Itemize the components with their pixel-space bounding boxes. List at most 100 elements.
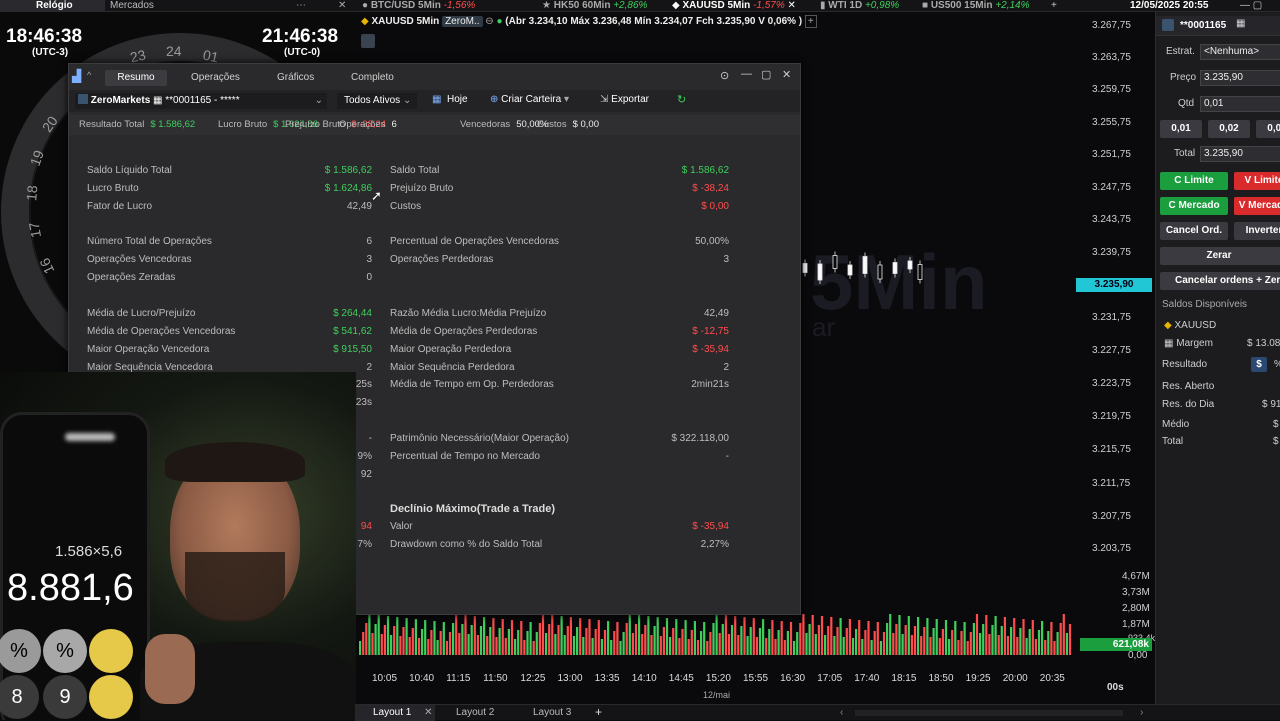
- clock-left-time: 18:46:38: [6, 26, 83, 47]
- refresh-icon[interactable]: ↻: [677, 93, 686, 106]
- time-label: 17:40: [854, 673, 880, 684]
- asset-filter-select[interactable]: Todos Ativos ⌄: [337, 93, 417, 109]
- stat-label: Percentual de Tempo no Mercado: [390, 451, 540, 462]
- total-result-label: Total: [1162, 436, 1184, 447]
- lot-button-1[interactable]: 0,01: [1160, 120, 1202, 138]
- tab-menu-icon[interactable]: ⋯: [296, 0, 306, 11]
- volume-bar: [954, 621, 957, 655]
- candle: [847, 264, 853, 276]
- volume-bar: [824, 635, 827, 655]
- volume-bar: [597, 620, 600, 655]
- volume-bar: [405, 618, 408, 655]
- sell-market-button[interactable]: V Mercado: [1234, 197, 1280, 215]
- volume-bar: [796, 632, 799, 655]
- tab-clock[interactable]: Relógio: [0, 0, 105, 11]
- result-currency-toggle[interactable]: $: [1251, 357, 1267, 372]
- close-icon[interactable]: ✕: [782, 68, 791, 81]
- volume-bar: [557, 625, 560, 655]
- create-portfolio-button[interactable]: ⊕ Criar Carteira ▾: [490, 94, 569, 105]
- buy-limit-button[interactable]: C Limite: [1160, 172, 1228, 190]
- tab-completo[interactable]: Completo: [345, 70, 400, 86]
- volume-bar: [805, 633, 808, 655]
- layout-tab-2[interactable]: Layout 2: [456, 705, 494, 721]
- ticker-tab-2[interactable]: ◆ XAUUSD 5Min -1,57% ✕: [672, 0, 796, 11]
- qty-input[interactable]: 0,01: [1200, 96, 1280, 112]
- chevron-up-icon[interactable]: ^: [87, 70, 91, 80]
- invert-button[interactable]: Inverter: [1234, 222, 1280, 240]
- volume-bar: [833, 636, 836, 655]
- volume-bar: [467, 634, 470, 655]
- cancel-orders-button[interactable]: Cancel Ord.: [1160, 222, 1228, 240]
- stat-value: 2,27%: [700, 539, 729, 550]
- cancel-and-zero-button[interactable]: Cancelar ordens + Zerar: [1160, 272, 1280, 290]
- ticker-tab-0[interactable]: ● BTC/USD 5Min -1,56%: [362, 0, 475, 11]
- result-pct-toggle[interactable]: %: [1274, 359, 1280, 370]
- stat-value: $ 0,00: [701, 201, 729, 212]
- volume-bar: [582, 637, 585, 655]
- layout-tab-1[interactable]: Layout 1 ✕: [355, 705, 435, 721]
- tab-resumo[interactable]: Resumo: [105, 70, 167, 86]
- volume-bar: [448, 632, 452, 655]
- account-header[interactable]: **0001165 ▦: [1156, 16, 1280, 36]
- volume-bar: [920, 636, 923, 655]
- buy-market-button[interactable]: C Mercado: [1160, 197, 1228, 215]
- close-icon[interactable]: ✕: [338, 0, 346, 11]
- scroll-left-icon[interactable]: ‹: [840, 705, 843, 721]
- add-layout-icon[interactable]: +: [595, 705, 602, 720]
- person-hair: [165, 442, 305, 482]
- volume-bar: [724, 615, 727, 655]
- candle: [832, 255, 838, 269]
- volume-bar: [895, 624, 898, 655]
- volume-bar: [1028, 629, 1031, 655]
- price-level: 3.255,75: [1092, 117, 1131, 128]
- horizontal-scrollbar[interactable]: [855, 710, 1123, 716]
- day-result-label: Res. do Dia: [1162, 399, 1215, 410]
- today-button[interactable]: ▦ Hoje: [432, 94, 468, 105]
- us-flag-icon: ▦: [1236, 18, 1246, 29]
- account-select[interactable]: ZeroMarkets ▦ **0001165 - ***** ⌄: [75, 93, 327, 109]
- tab-graficos[interactable]: Gráficos: [271, 70, 320, 86]
- volume-bar: [907, 616, 910, 655]
- window-controls[interactable]: — ▢: [1240, 0, 1262, 11]
- layout-tab-3[interactable]: Layout 3: [533, 705, 571, 721]
- more-options-icon[interactable]: ⊙: [720, 69, 729, 82]
- volume-bar: [1025, 638, 1028, 655]
- total-label: Total: [1174, 148, 1196, 159]
- lot-button-2[interactable]: 0,02: [1208, 120, 1250, 138]
- today-label: Hoje: [447, 94, 468, 105]
- volume-bar: [650, 635, 653, 655]
- time-label: 11:50: [483, 673, 508, 684]
- report-chart-icon: ▟: [72, 69, 82, 83]
- volume-bar: [476, 635, 479, 655]
- lot-button-3[interactable]: 0,05: [1256, 120, 1280, 138]
- volume-bar: [830, 617, 833, 655]
- scroll-right-icon[interactable]: ›: [1140, 705, 1143, 721]
- volume-bar: [988, 634, 991, 655]
- export-button[interactable]: ⇲ Exportar: [600, 94, 649, 105]
- time-label: 10:05: [372, 673, 398, 684]
- phone-calculator: 1.586×5,6 8.881,6 % % 8 9: [0, 412, 150, 720]
- volume-bar: [867, 621, 870, 655]
- stat-label: Percentual de Operações Vencedoras: [390, 236, 559, 247]
- volume-bar: [1037, 630, 1041, 655]
- tab-operacoes[interactable]: Operações: [185, 70, 246, 86]
- price-input[interactable]: 3.235,90: [1200, 70, 1280, 86]
- tab-markets[interactable]: Mercados: [110, 0, 154, 11]
- maximize-icon[interactable]: ▢: [761, 68, 771, 81]
- time-label: 18:15: [891, 673, 917, 684]
- ticker-symbol: WTI 1D: [828, 0, 863, 11]
- candle: [892, 262, 898, 274]
- ticker-tab-3[interactable]: ▮ WTI 1D +0,98%: [820, 0, 899, 11]
- stat-value: 42,49: [703, 308, 729, 319]
- add-tab-icon[interactable]: +: [1051, 0, 1057, 11]
- summary-item: Resultado Total $ 1.586,62: [79, 119, 195, 130]
- strategy-select[interactable]: <Nenhuma>: [1200, 44, 1280, 60]
- zero-position-button[interactable]: Zerar: [1160, 247, 1280, 265]
- minimize-icon[interactable]: —: [741, 68, 752, 80]
- ticker-tab-4[interactable]: ■ US500 15Min +2,14%: [922, 0, 1030, 11]
- sell-limit-button[interactable]: V Limite: [1234, 172, 1280, 190]
- ticker-tab-1[interactable]: ★ HK50 60Min +2,86%: [542, 0, 647, 11]
- total-input[interactable]: 3.235,90: [1200, 146, 1280, 162]
- close-icon[interactable]: ✕: [424, 707, 432, 718]
- volume-bar: [548, 624, 551, 655]
